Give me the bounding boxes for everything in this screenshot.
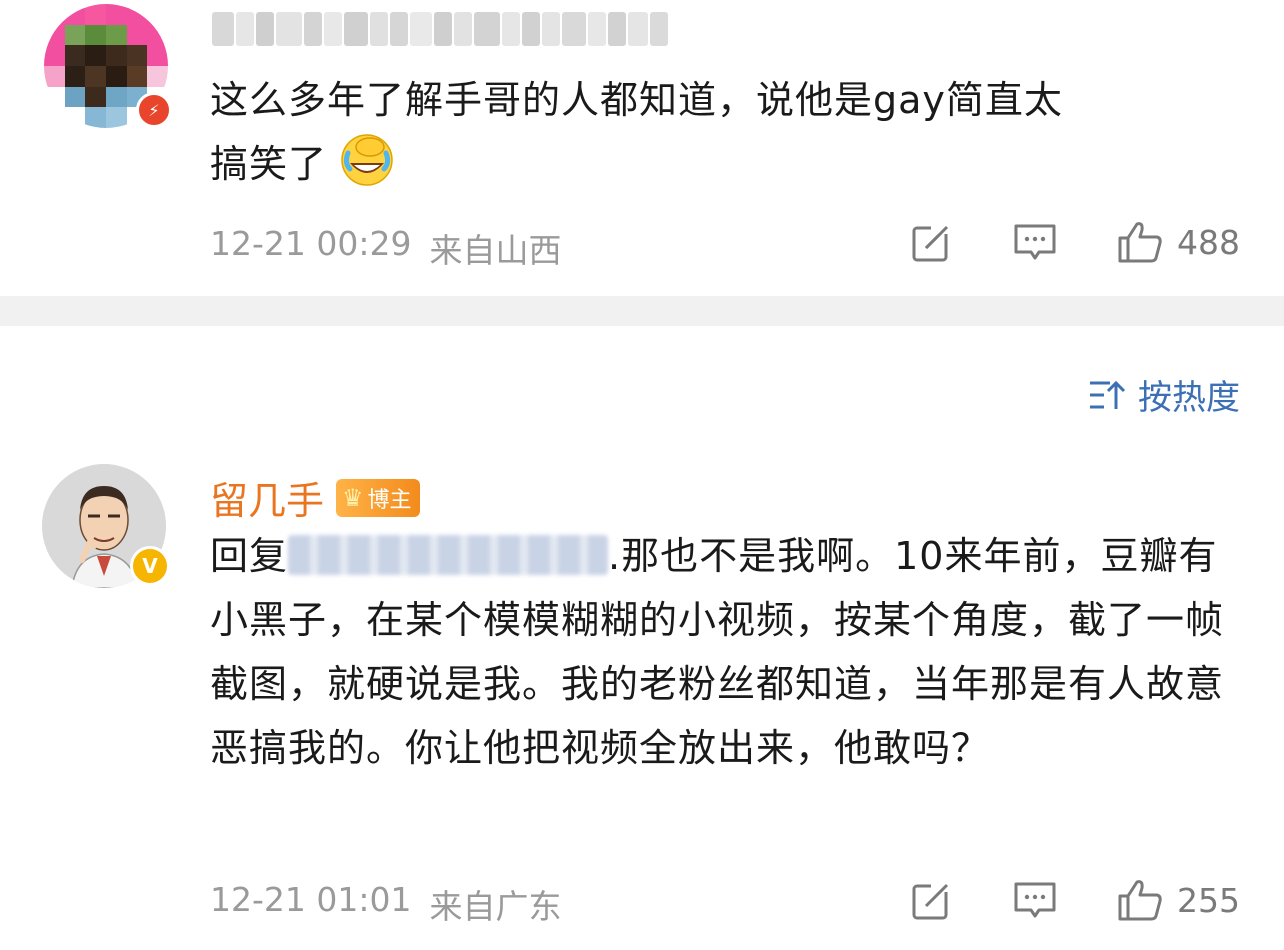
- comment-icon: [1014, 224, 1056, 260]
- repost-icon: [912, 222, 950, 262]
- crown-icon: ♛: [342, 483, 364, 512]
- reply-prefix: 回复: [210, 534, 289, 578]
- comment-time: 12-21 01:01: [210, 880, 412, 919]
- comment-item: ⚡ 这么多年了解手哥的人都知道，说他是gay简直太 搞笑了 12-21 00:2…: [0, 0, 1284, 296]
- like-count: 255: [1177, 880, 1240, 920]
- sort-icon: [1090, 380, 1126, 409]
- author-badge-label: 博主: [367, 487, 412, 513]
- author-badge: ♛ 博主: [336, 478, 420, 517]
- comment-item: V 留几手 ♛ 博主 回复 .那也不是我啊。10来年前，豆瓣有小黑子，在某个模模糊…: [0, 450, 1284, 950]
- comment-location: 来自广东: [429, 887, 562, 926]
- avatar[interactable]: V: [42, 464, 170, 588]
- comment-text: 这么多年了解手哥的人都知道，说他是gay简直太 搞笑了: [210, 68, 1210, 196]
- reply-button[interactable]: [1013, 880, 1057, 920]
- repost-button[interactable]: [911, 879, 953, 921]
- comment-actions: 488: [851, 220, 1240, 264]
- comment-meta: 12-21 00:29 来自山西: [210, 224, 561, 272]
- username-row: 留几手 ♛ 博主: [210, 470, 420, 525]
- comment-meta: 12-21 01:01 来自广东: [210, 880, 561, 928]
- sort-by-hot-button[interactable]: 按热度: [1088, 370, 1240, 419]
- verified-badge-icon: ⚡: [136, 92, 172, 128]
- reply-target-blurred[interactable]: [288, 535, 609, 575]
- comment-text: 回复 .那也不是我啊。10来年前，豆瓣有小黑子，在某个模模糊糊的小视频，按某个角度…: [210, 524, 1250, 780]
- username[interactable]: 留几手: [210, 470, 324, 525]
- verified-v-icon: V: [130, 546, 170, 586]
- section-divider: [0, 296, 1284, 326]
- like-button[interactable]: 488: [1117, 220, 1240, 264]
- repost-button[interactable]: [911, 221, 953, 263]
- comment-text-line: 搞笑了: [210, 142, 328, 186]
- avatar[interactable]: ⚡: [44, 4, 172, 128]
- repost-icon: [912, 880, 949, 920]
- thumbs-up-icon: [1118, 880, 1162, 921]
- like-button[interactable]: 255: [1117, 878, 1240, 922]
- reply-button[interactable]: [1013, 222, 1057, 262]
- laugh-cry-emoji-icon: [340, 133, 394, 187]
- username-blurred[interactable]: [212, 12, 668, 46]
- comment-icon: [1014, 882, 1056, 918]
- thumbs-up-icon: [1118, 222, 1162, 263]
- like-count: 488: [1177, 222, 1240, 262]
- comment-actions: 255: [851, 878, 1240, 922]
- comment-text-line: 这么多年了解手哥的人都知道，说他是gay简直太: [210, 78, 1063, 122]
- sort-label: 按热度: [1138, 378, 1240, 418]
- comment-time: 12-21 00:29: [210, 224, 412, 263]
- comment-location: 来自山西: [429, 231, 562, 270]
